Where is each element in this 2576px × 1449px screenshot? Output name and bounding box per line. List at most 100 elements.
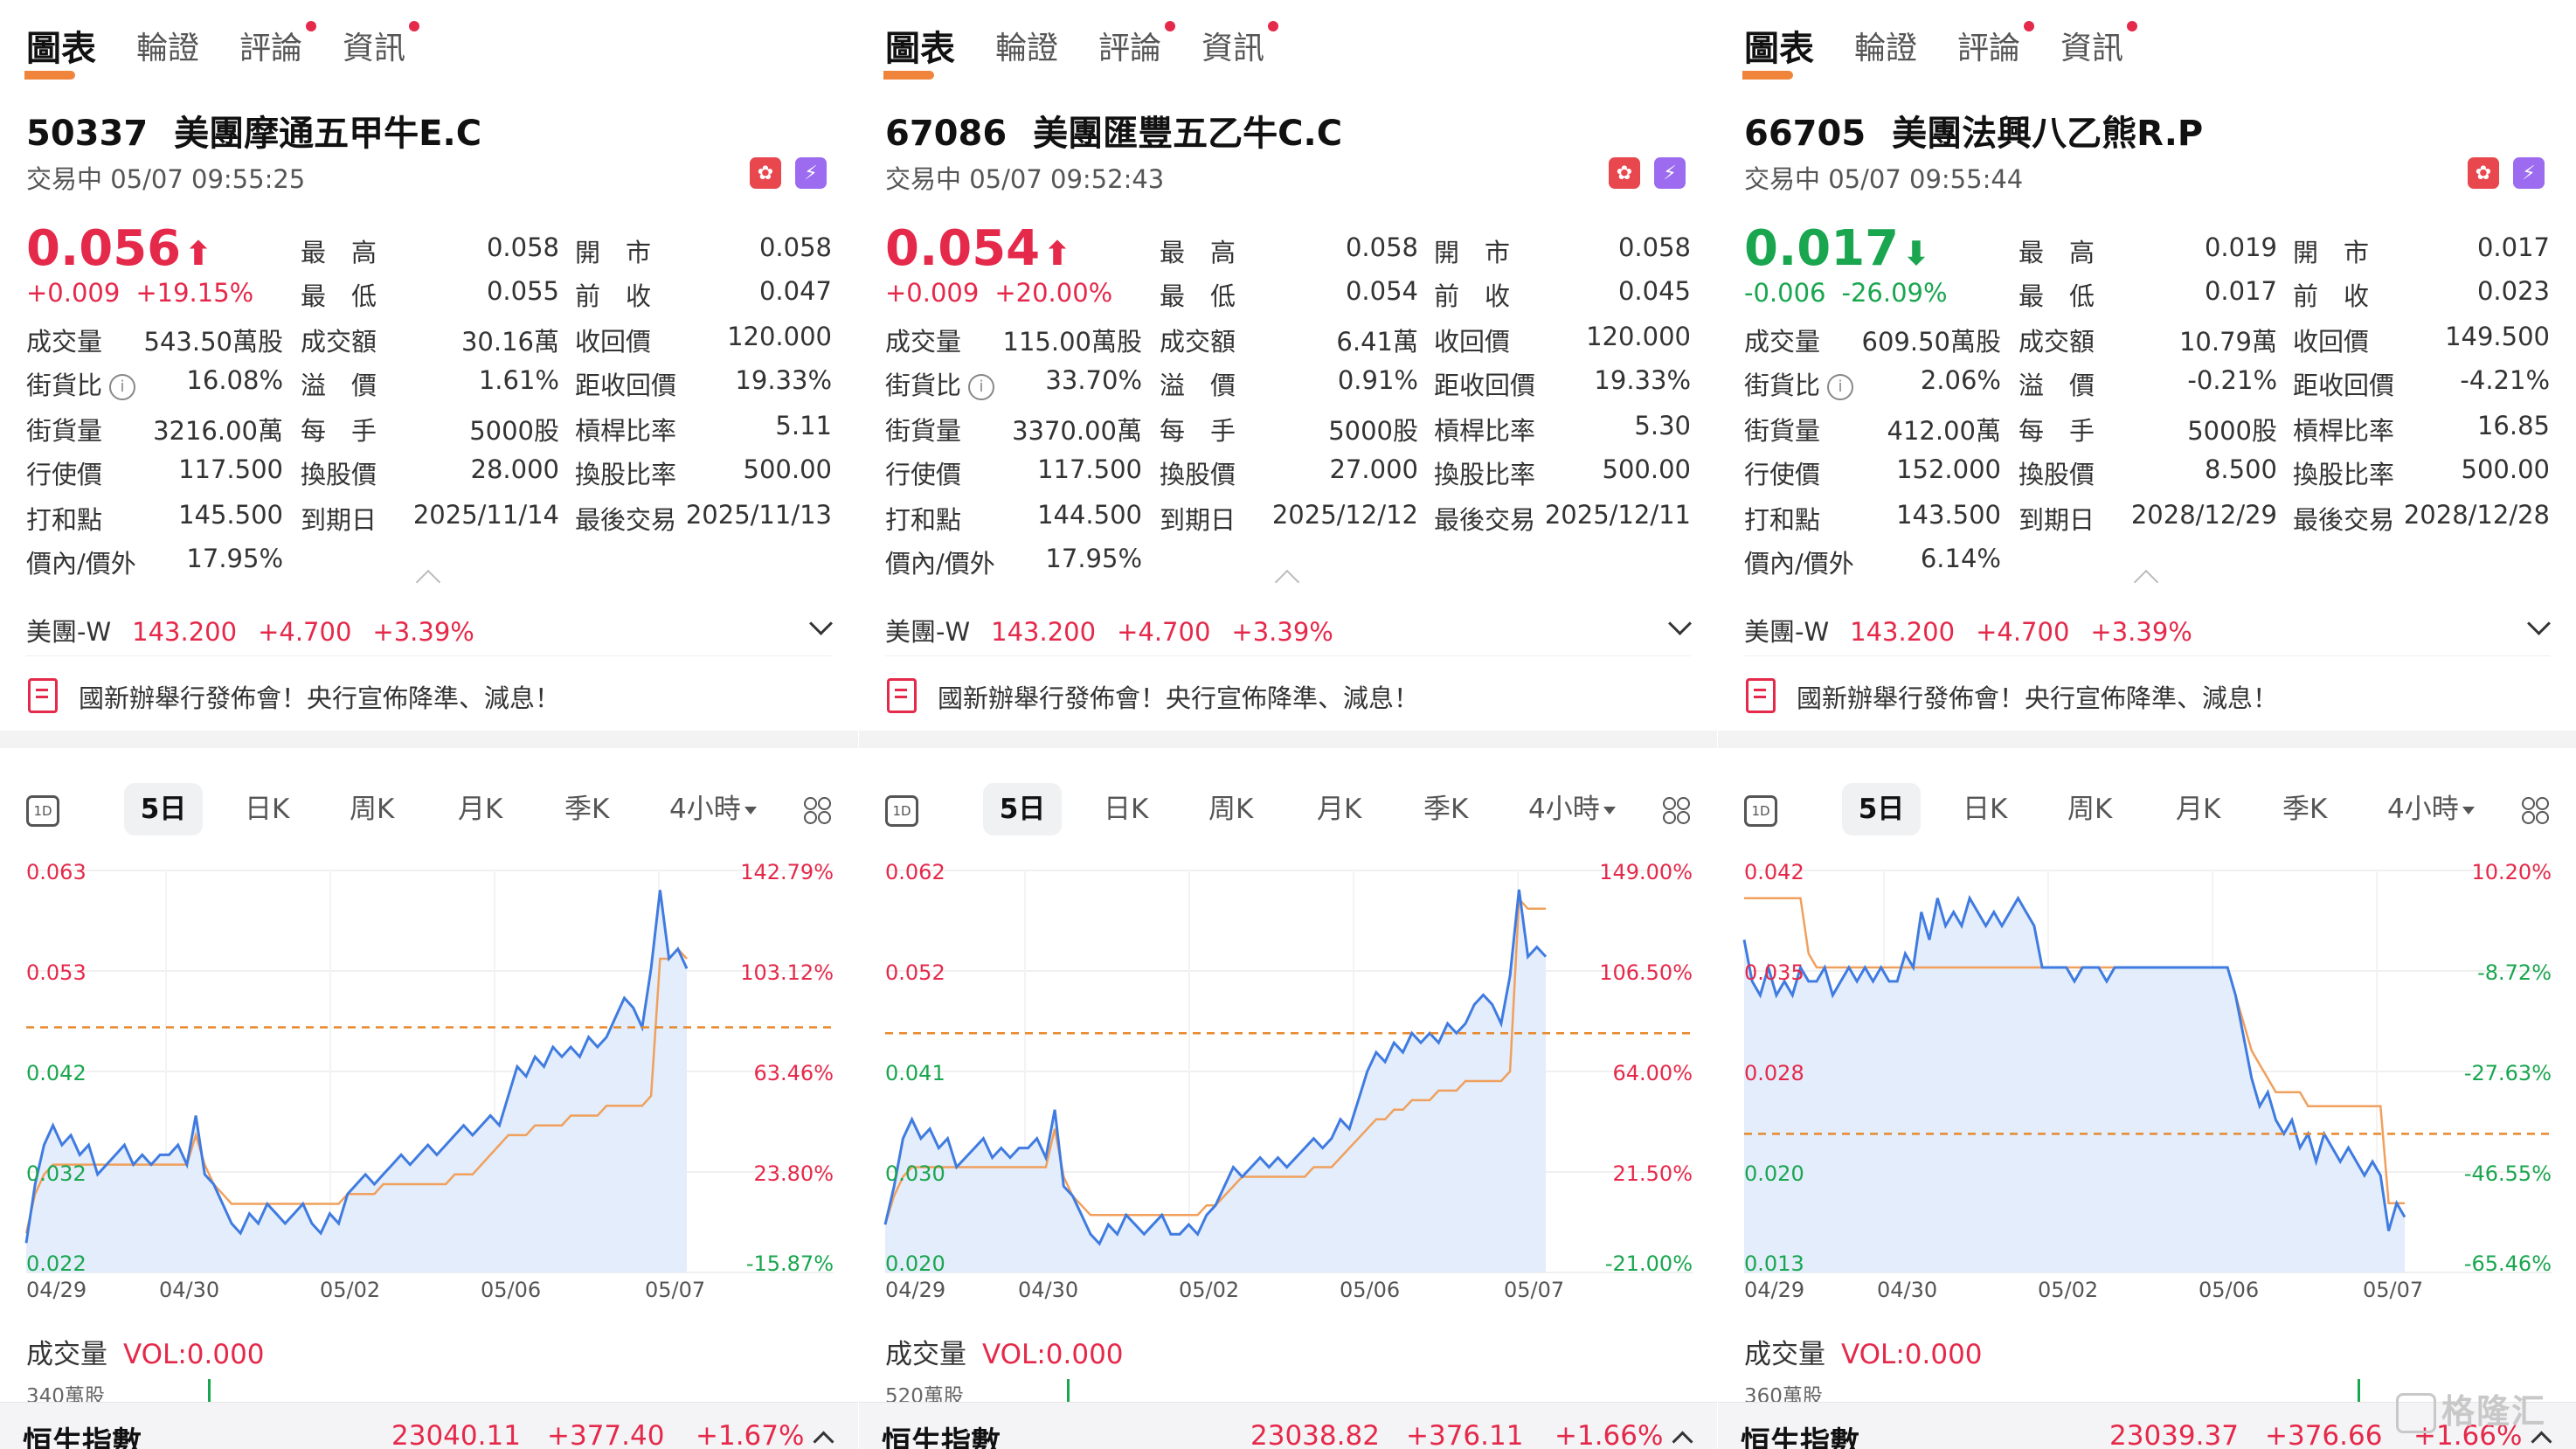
collapse-caret-icon[interactable] — [415, 569, 441, 595]
stat-value: 16.08% — [186, 365, 283, 395]
quick-trade-icon[interactable]: ⚡ — [1654, 157, 1686, 189]
underlying-quote[interactable]: 美團-W 143.200 +4.700 +3.39% — [26, 612, 495, 648]
quick-trade-icon[interactable]: ⚡ — [795, 157, 827, 189]
chevron-up-icon[interactable] — [813, 1431, 834, 1449]
stat-value: 500.00 — [2461, 454, 2550, 484]
period-tab-label: 日K — [245, 794, 290, 825]
underlying-quote[interactable]: 美團-W 143.200 +4.700 +3.39% — [885, 612, 1354, 648]
x-axis-label: 04/29 — [885, 1278, 945, 1302]
nav-tab[interactable]: 資訊 — [343, 21, 420, 68]
quick-trade-icon[interactable]: ⚡ — [2513, 157, 2545, 189]
day-chart-icon[interactable]: 1D — [885, 795, 918, 827]
period-tab[interactable]: 5日 — [1842, 783, 1921, 835]
chevron-up-icon[interactable] — [1672, 1431, 1693, 1449]
stat-label: 每 手 — [2019, 416, 2095, 446]
volume-bar — [2358, 1379, 2360, 1402]
collapse-caret-icon[interactable] — [1274, 569, 1300, 595]
value-high: 0.058 — [1345, 232, 1418, 262]
stat-value: 17.95% — [1045, 544, 1142, 573]
indicator-grid-icon[interactable] — [1663, 797, 1691, 825]
nav-tab[interactable]: 評論 — [239, 21, 317, 68]
price-change: +0.009 +19.15% — [26, 278, 253, 308]
period-tab[interactable]: 日K — [1104, 783, 1148, 835]
nav-tab[interactable]: 評論 — [1957, 21, 2035, 68]
stat-label: 最後交易 — [2293, 505, 2395, 535]
chevron-down-icon[interactable] — [1668, 612, 1692, 635]
label-open: 開 市 — [575, 238, 652, 267]
y-axis-right-label: 103.12% — [740, 960, 834, 985]
nav-tab[interactable]: 輪證 — [136, 23, 199, 68]
period-tab[interactable]: 季K — [1423, 783, 1468, 835]
volume-value: VOL:0.000 — [982, 1339, 1124, 1370]
period-tab[interactable]: 周K — [350, 783, 394, 835]
index-ticker[interactable]: 恒生指數 23038.82 +376.11 +1.66% — [859, 1402, 1717, 1449]
day-chart-icon[interactable]: 1D — [1744, 795, 1777, 827]
nav-tab[interactable]: 圖表 — [1742, 20, 1814, 80]
period-tab[interactable]: 月K — [458, 783, 502, 835]
period-tab[interactable]: 周K — [1208, 783, 1253, 835]
label-low: 最 低 — [1160, 281, 1236, 311]
y-axis-right-label: 63.46% — [753, 1061, 834, 1085]
nav-tab[interactable]: 輪證 — [1854, 23, 1917, 68]
price-chart[interactable]: 0.063 0.053 0.042 0.032 0.022 142.79% 103.12% 6… — [0, 839, 858, 1302]
price-value: 0.056 — [26, 220, 182, 277]
section-separator — [1718, 731, 2576, 748]
stat-value: 33.70% — [1045, 365, 1142, 395]
news-icon — [28, 678, 58, 713]
index-ticker[interactable]: 恒生指數 23040.11 +377.40 +1.67% — [0, 1402, 858, 1449]
period-tab[interactable]: 5日 — [124, 783, 203, 835]
nav-tab[interactable]: 資訊 — [1201, 21, 1279, 68]
period-tab-label: 4小時 — [669, 794, 741, 825]
nav-tab[interactable]: 評論 — [1098, 21, 1176, 68]
period-tab[interactable]: 4小時 — [1528, 783, 1616, 835]
indicator-grid-icon[interactable] — [2522, 797, 2550, 825]
news-headline[interactable]: 國新辦舉行發佈會！央行宣佈降準、減息！ — [938, 678, 1419, 715]
change-value: +0.009 — [26, 278, 121, 308]
nav-tab[interactable]: 資訊 — [2060, 21, 2138, 68]
day-chart-icon[interactable]: 1D — [26, 795, 59, 827]
value-prev-close: 0.023 — [2476, 276, 2550, 306]
period-tab[interactable]: 周K — [2067, 783, 2112, 835]
nav-tab[interactable]: 圖表 — [24, 20, 96, 80]
period-tab[interactable]: 4小時 — [669, 783, 757, 835]
underlying-percent: +3.39% — [1231, 617, 1333, 647]
nav-tab-label: 評論 — [1957, 31, 2021, 66]
stat-value: 19.33% — [735, 365, 832, 395]
nav-tab[interactable]: 輪證 — [995, 23, 1058, 68]
underlying-quote[interactable]: 美團-W 143.200 +4.700 +3.39% — [1744, 612, 2213, 648]
period-tab[interactable]: 季K — [564, 783, 609, 835]
value-low: 0.055 — [486, 276, 559, 306]
chevron-down-icon[interactable] — [809, 612, 833, 635]
period-tab[interactable]: 月K — [2176, 783, 2220, 835]
y-axis-right-label: 64.00% — [1612, 1061, 1693, 1085]
period-tab[interactable]: 5日 — [983, 783, 1062, 835]
news-headline[interactable]: 國新辦舉行發佈會！央行宣佈降準、減息！ — [79, 678, 560, 715]
period-tab[interactable]: 日K — [1963, 783, 2007, 835]
indicator-grid-icon[interactable] — [804, 797, 832, 825]
price-chart[interactable]: 0.062 0.052 0.041 0.030 0.020 149.00% 106.50% 6… — [859, 839, 1717, 1302]
nav-tab[interactable]: 圖表 — [883, 20, 955, 80]
collapse-caret-icon[interactable] — [2133, 569, 2159, 595]
hk-market-icon[interactable]: ✿ — [1609, 157, 1640, 189]
chevron-down-icon[interactable] — [2527, 612, 2551, 635]
x-axis-label: 05/07 — [2363, 1278, 2423, 1302]
warrant-title: 66705 美團法興八乙熊R.P — [1744, 105, 2203, 156]
grid-dot — [2536, 811, 2549, 824]
period-tab[interactable]: 4小時 — [2387, 783, 2475, 835]
chevron-up-icon[interactable] — [2531, 1431, 2552, 1449]
grid-dot — [818, 811, 831, 824]
hk-market-icon[interactable]: ✿ — [750, 157, 781, 189]
stat-label: 溢 價 — [1160, 371, 1236, 400]
period-tab[interactable]: 日K — [245, 783, 289, 835]
price-chart[interactable]: 0.042 0.035 0.028 0.020 0.013 10.20% -8.72% -27… — [1718, 839, 2576, 1302]
volume-label: 成交量 — [885, 1339, 966, 1370]
arrow-up-icon: ⬆ — [184, 234, 212, 273]
stat-value: 500.00 — [1602, 454, 1691, 484]
underlying-price: 143.200 — [132, 617, 238, 647]
period-tab[interactable]: 季K — [2282, 783, 2327, 835]
news-headline[interactable]: 國新辦舉行發佈會！央行宣佈降準、減息！ — [1797, 678, 2278, 715]
period-tab[interactable]: 月K — [1317, 783, 1361, 835]
grid-dot — [2536, 797, 2549, 810]
hk-market-icon[interactable]: ✿ — [2468, 157, 2499, 189]
price-change: +0.009 +20.00% — [885, 278, 1112, 308]
